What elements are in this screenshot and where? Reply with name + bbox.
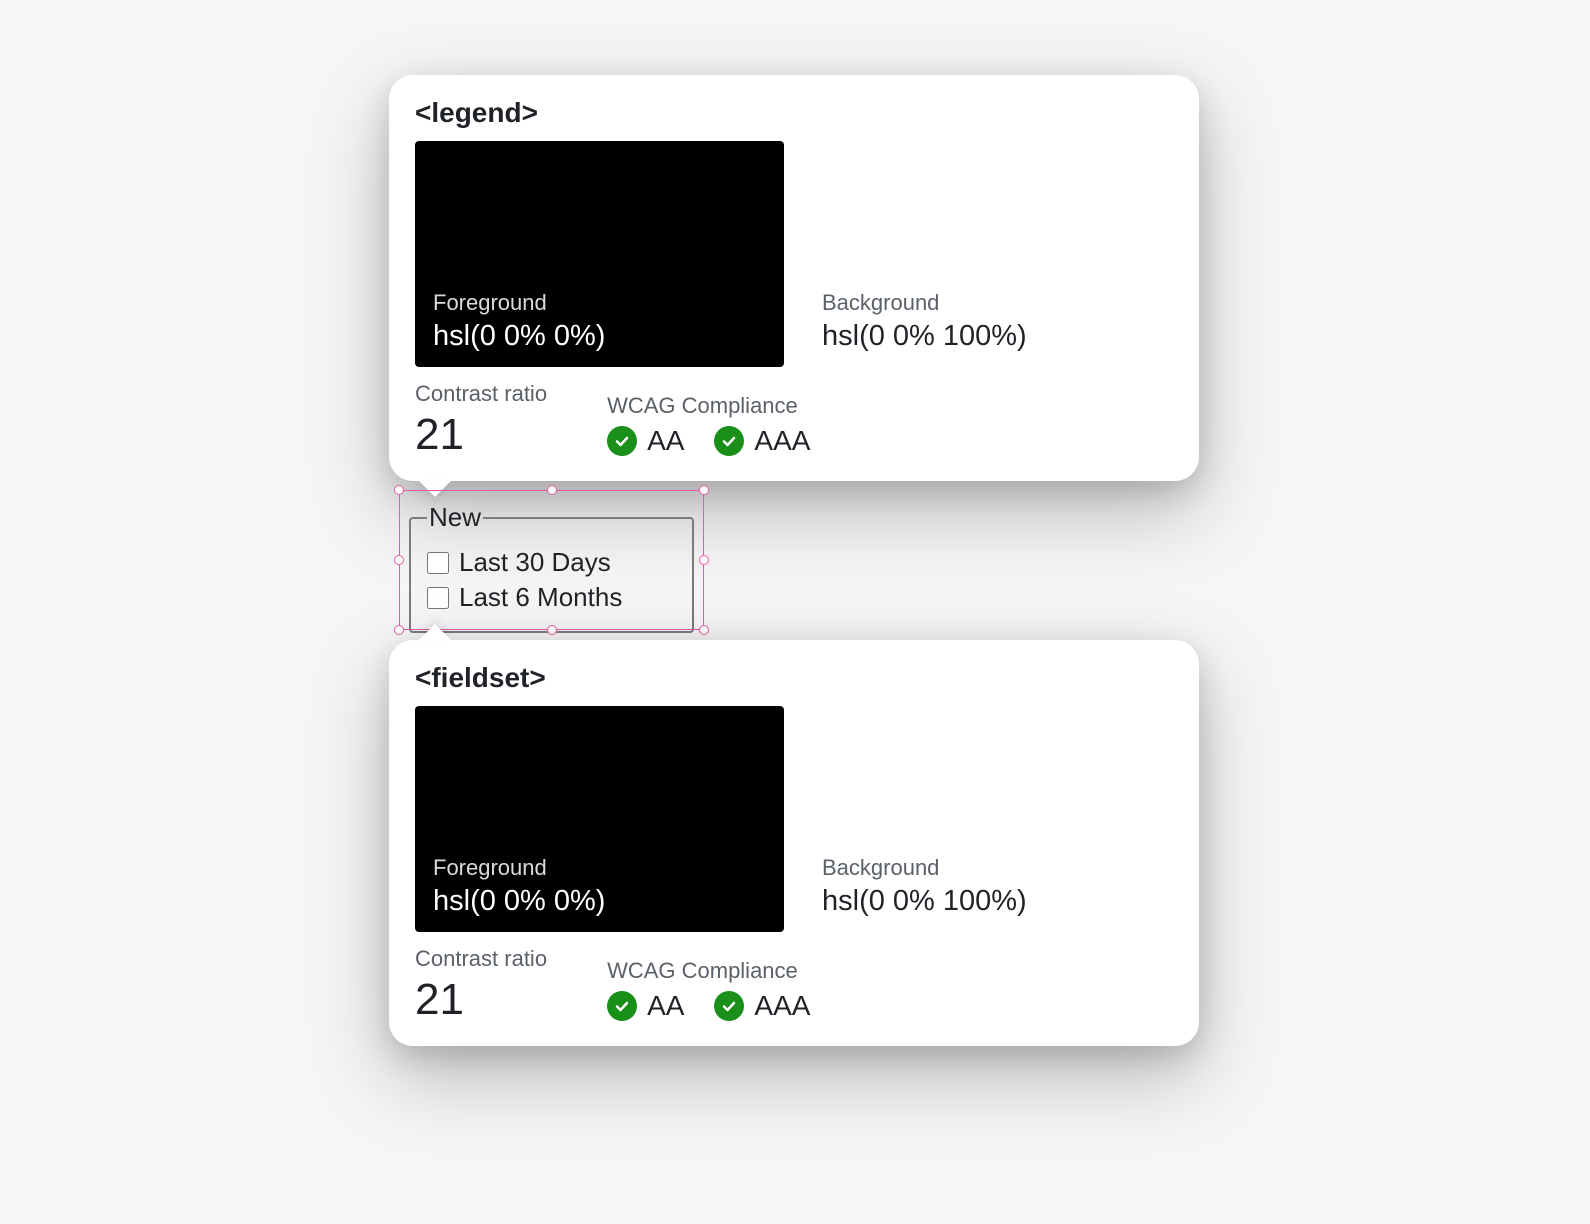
resize-handle-icon[interactable] <box>394 485 404 495</box>
wcag-aa-text: AA <box>647 990 684 1022</box>
contrast-metric: Contrast ratio 21 <box>415 946 547 1022</box>
checkbox-last-6-months[interactable] <box>427 587 449 609</box>
foreground-value: hsl(0 0% 0%) <box>433 885 766 918</box>
contrast-tooltip-legend: <legend> Foreground hsl(0 0% 0%) Backgro… <box>389 75 1199 481</box>
wcag-aa-badge: AA <box>607 425 684 457</box>
checkbox-last-30-days[interactable] <box>427 552 449 574</box>
wcag-metric: WCAG Compliance AA AAA <box>607 393 810 457</box>
foreground-label: Foreground <box>433 290 766 316</box>
contrast-tooltip-fieldset: <fieldset> Foreground hsl(0 0% 0%) Backg… <box>389 640 1199 1046</box>
checkbox-label: Last 6 Months <box>459 582 622 613</box>
wcag-aaa-text: AAA <box>754 425 810 457</box>
resize-handle-icon[interactable] <box>699 485 709 495</box>
checkbox-row-30-days[interactable]: Last 30 Days <box>427 547 676 578</box>
wcag-aaa-text: AAA <box>754 990 810 1022</box>
check-circle-icon <box>607 991 637 1021</box>
wcag-aaa-badge: AAA <box>714 990 810 1022</box>
resize-handle-icon[interactable] <box>547 485 557 495</box>
wcag-aaa-badge: AAA <box>714 425 810 457</box>
wcag-label: WCAG Compliance <box>607 393 810 419</box>
background-value: hsl(0 0% 100%) <box>822 320 1155 353</box>
devtools-canvas: <legend> Foreground hsl(0 0% 0%) Backgro… <box>0 0 1590 1224</box>
checkbox-label: Last 30 Days <box>459 547 611 578</box>
background-swatch: Background hsl(0 0% 100%) <box>804 706 1173 932</box>
checkbox-row-6-months[interactable]: Last 6 Months <box>427 582 676 613</box>
contrast-ratio-label: Contrast ratio <box>415 381 547 407</box>
wcag-aa-badge: AA <box>607 990 684 1022</box>
tooltip-tail-icon <box>419 624 451 640</box>
wcag-badges: AA AAA <box>607 425 810 457</box>
foreground-label: Foreground <box>433 855 766 881</box>
contrast-ratio-value: 21 <box>415 978 547 1022</box>
background-label: Background <box>822 290 1155 316</box>
resize-handle-icon[interactable] <box>699 555 709 565</box>
foreground-swatch: Foreground hsl(0 0% 0%) <box>415 706 784 932</box>
contrast-ratio-value: 21 <box>415 413 547 457</box>
resize-handle-icon[interactable] <box>394 555 404 565</box>
background-label: Background <box>822 855 1155 881</box>
new-fieldset[interactable]: New Last 30 Days Last 6 Months <box>409 502 694 633</box>
foreground-swatch: Foreground hsl(0 0% 0%) <box>415 141 784 367</box>
resize-handle-icon[interactable] <box>699 625 709 635</box>
resize-handle-icon[interactable] <box>394 625 404 635</box>
swatch-row: Foreground hsl(0 0% 0%) Background hsl(0… <box>415 141 1173 367</box>
wcag-metric: WCAG Compliance AA AAA <box>607 958 810 1022</box>
wcag-label: WCAG Compliance <box>607 958 810 984</box>
metrics-row: Contrast ratio 21 WCAG Compliance AA <box>415 946 1173 1022</box>
contrast-metric: Contrast ratio 21 <box>415 381 547 457</box>
contrast-ratio-label: Contrast ratio <box>415 946 547 972</box>
background-value: hsl(0 0% 100%) <box>822 885 1155 918</box>
check-circle-icon <box>714 991 744 1021</box>
tooltip-title: <fieldset> <box>415 662 1173 694</box>
tooltip-title: <legend> <box>415 97 1173 129</box>
wcag-aa-text: AA <box>647 425 684 457</box>
check-circle-icon <box>607 426 637 456</box>
swatch-row: Foreground hsl(0 0% 0%) Background hsl(0… <box>415 706 1173 932</box>
fieldset-legend: New <box>427 502 483 533</box>
background-swatch: Background hsl(0 0% 100%) <box>804 141 1173 367</box>
foreground-value: hsl(0 0% 0%) <box>433 320 766 353</box>
wcag-badges: AA AAA <box>607 990 810 1022</box>
metrics-row: Contrast ratio 21 WCAG Compliance AA <box>415 381 1173 457</box>
check-circle-icon <box>714 426 744 456</box>
inspected-element-selection[interactable]: New Last 30 Days Last 6 Months <box>399 490 704 630</box>
